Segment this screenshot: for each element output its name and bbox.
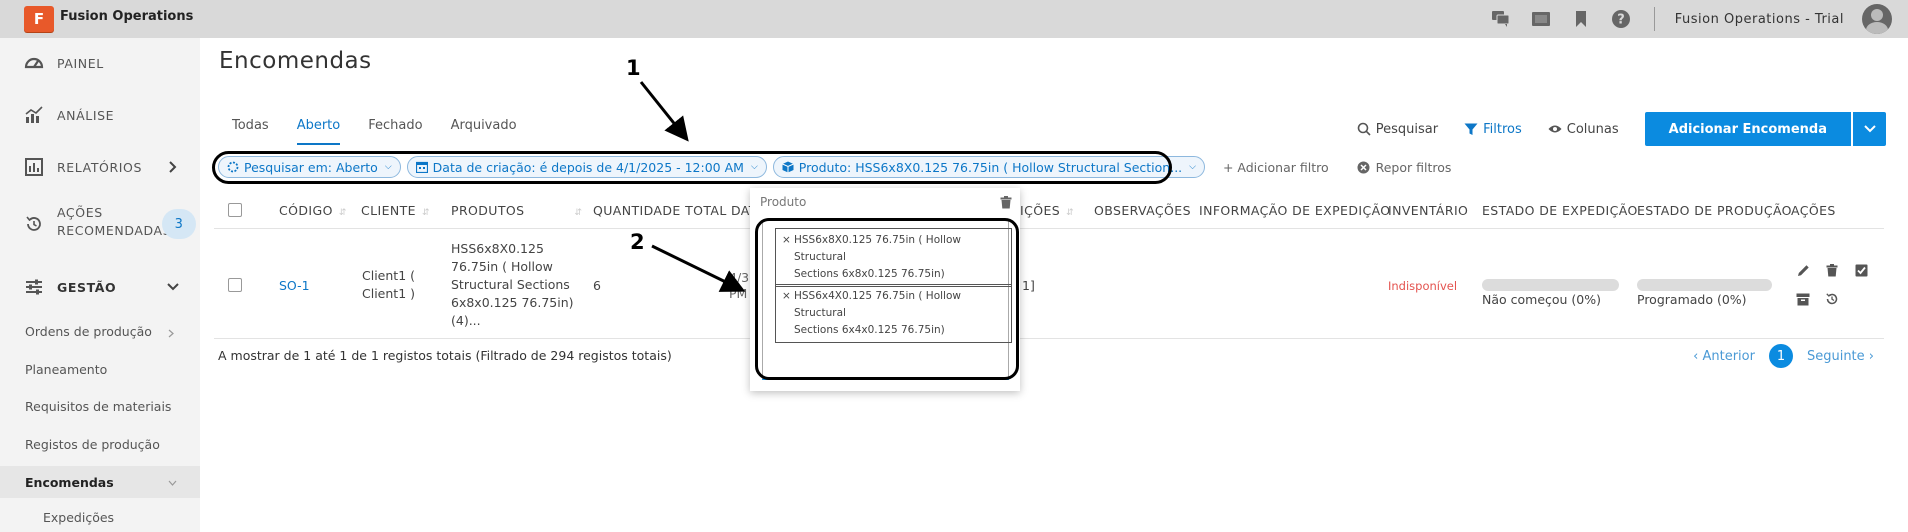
- arrow-to-filter-bar: [639, 81, 689, 142]
- annotation-arrows: [639, 81, 746, 292]
- arrow-to-dropdown: [651, 244, 746, 292]
